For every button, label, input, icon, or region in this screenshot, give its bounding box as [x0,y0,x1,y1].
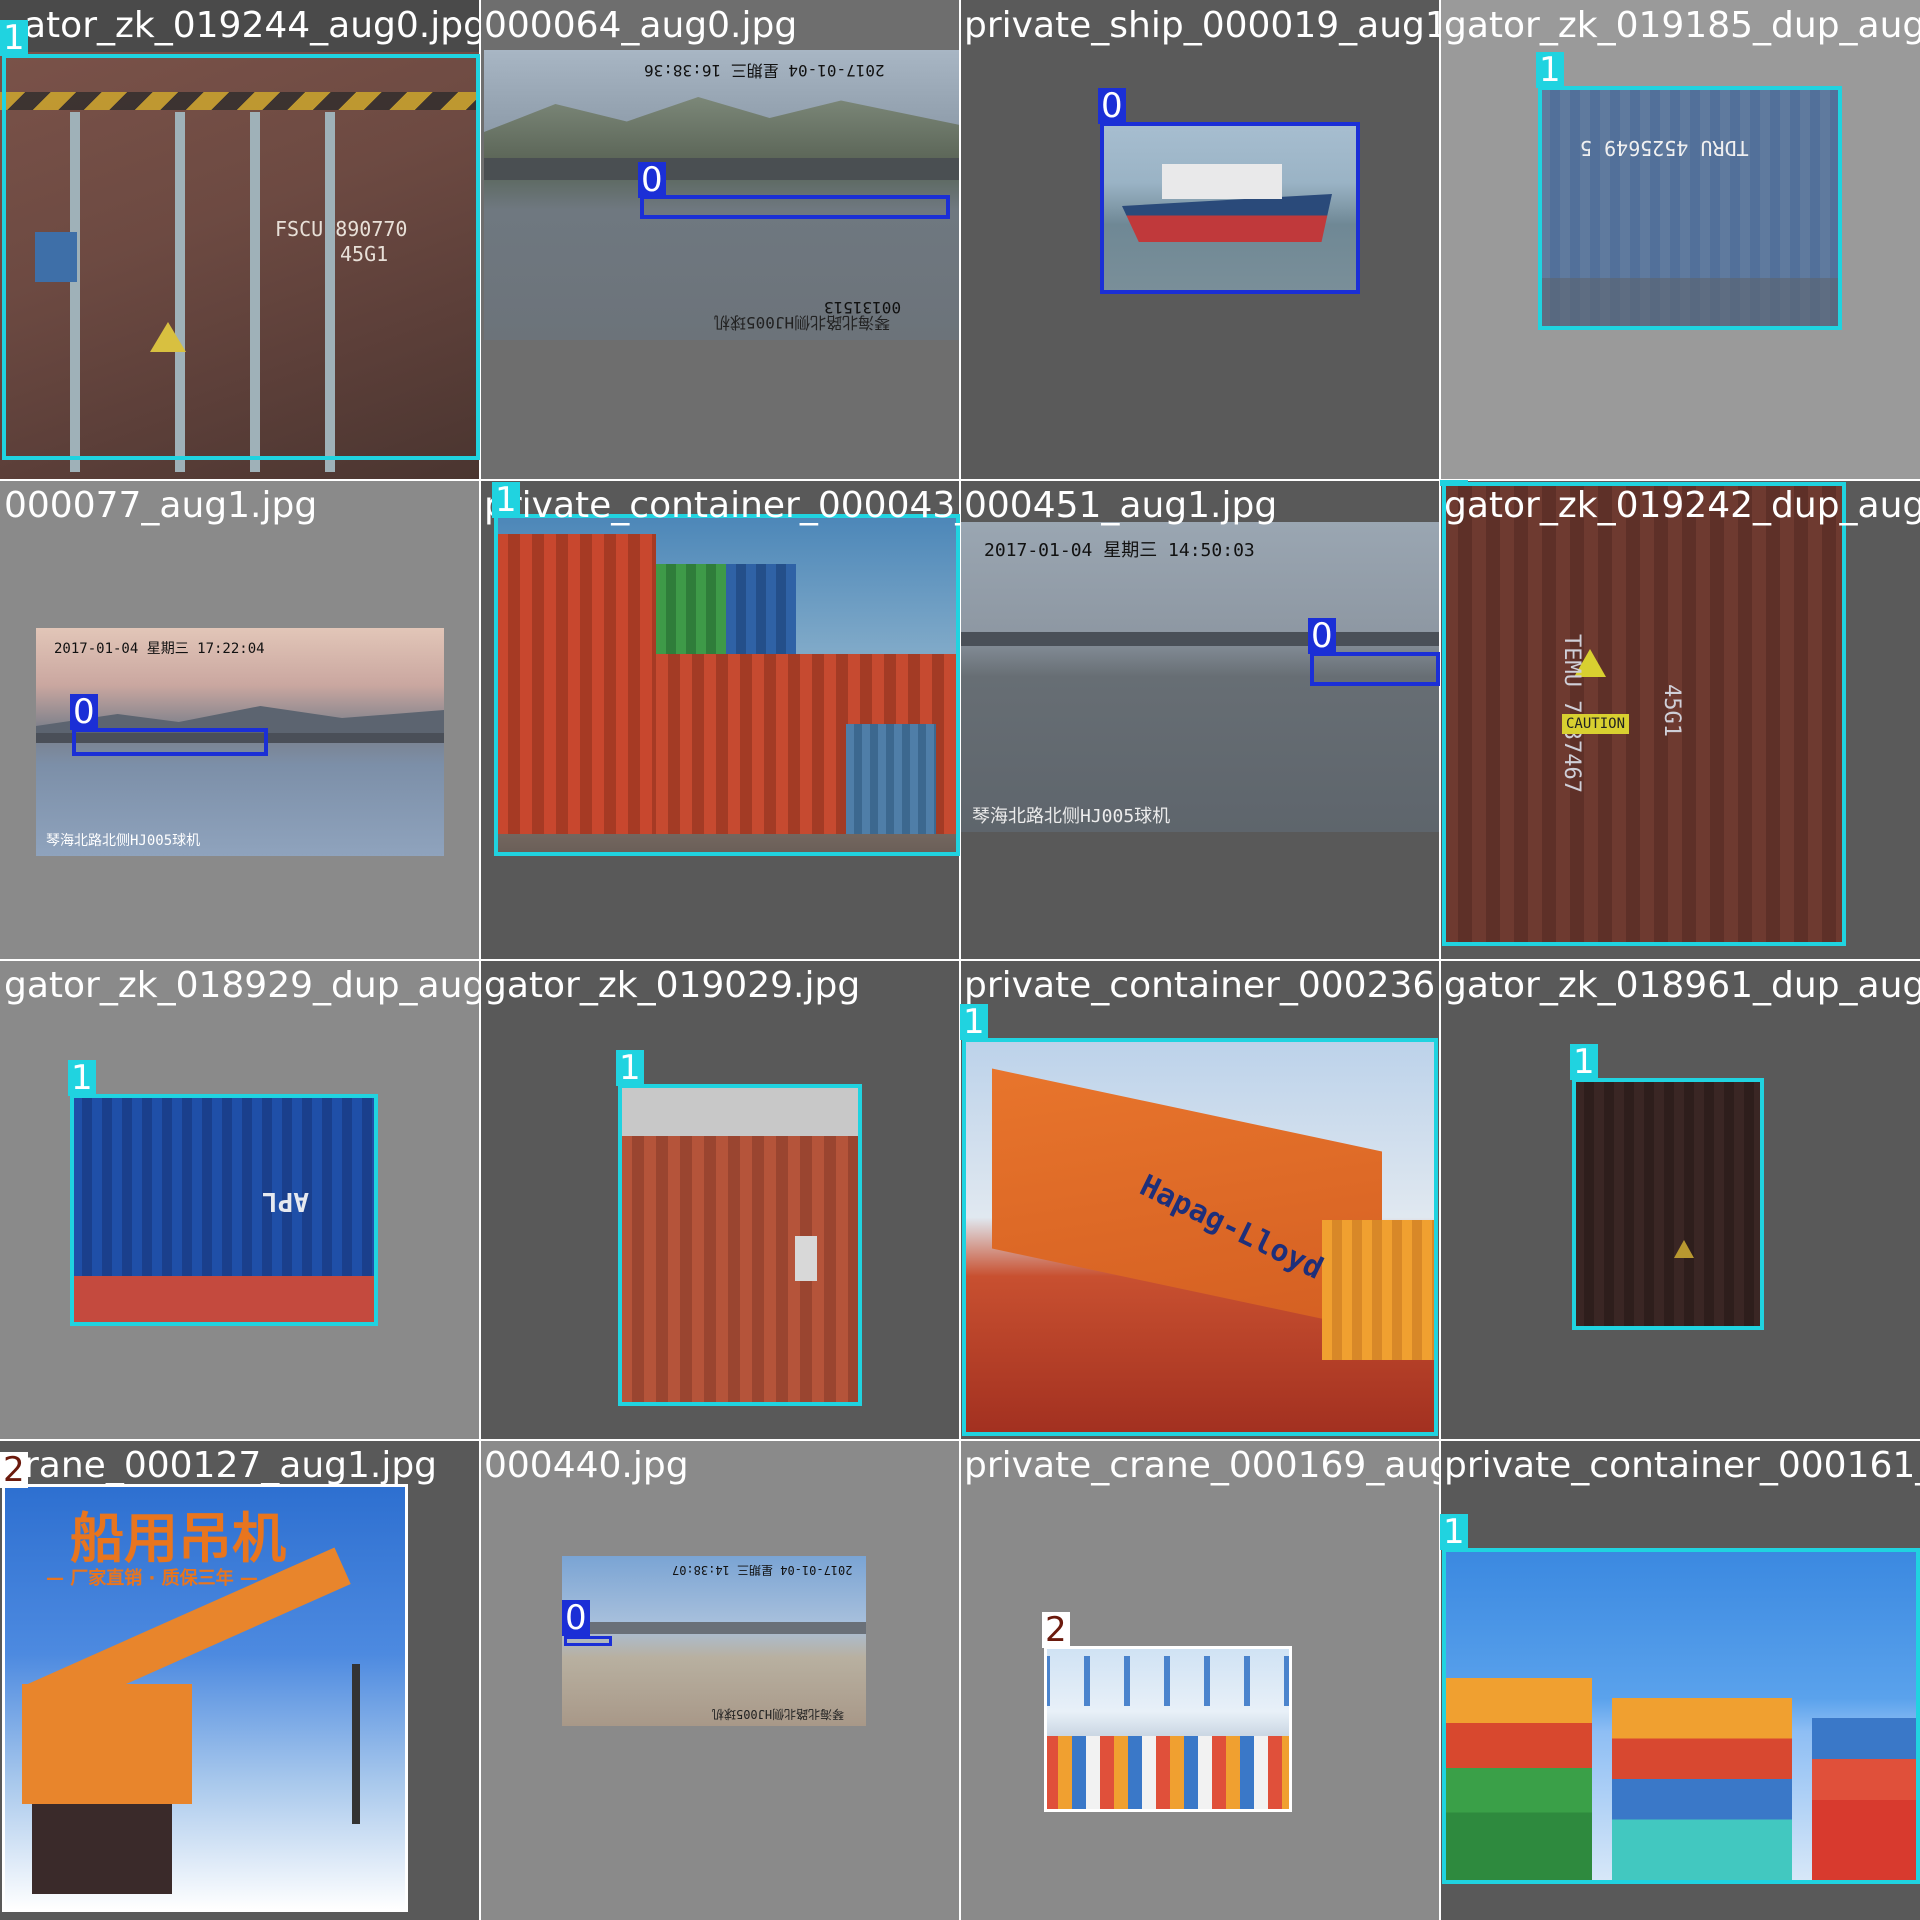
tile-filename: private_crane_000169_aug1.jpg [964,1445,1440,1486]
tile-2: 2017-01-04 星期三 16:38:36 琴海北路北侧HJ005球机 00… [480,0,960,480]
tile-filename: private_container_000043_aug1 [484,485,960,526]
tile-filename: gator_zk_018929_dup_aug0.jpg [4,965,480,1006]
bbox-label: 0 [562,1600,590,1636]
tile-filename: 000440.jpg [484,1445,689,1486]
camera-location: 琴海北路北侧HJ005球机 [46,833,201,849]
camera-timestamp: 2017-01-04 星期三 17:22:04 [54,641,265,657]
bbox-class-1 [494,514,960,856]
bbox-class-0 [72,728,268,756]
tile-3: 0 private_ship_000019_aug1.jpg [960,0,1440,480]
bbox-label: 1 [1570,1044,1598,1080]
bbox-class-0 [640,195,950,219]
training-batch-mosaic: FSCU 890770 45G1 1 ator_zk_019244_aug0.j… [0,0,1920,1920]
tile-13: 船用吊机 — 厂家直销 · 质保三年 — 2 rane_000127_aug1.… [0,1440,480,1920]
bbox-label: 1 [616,1050,644,1086]
tile-filename: 000077_aug1.jpg [4,485,318,526]
bbox-class-1 [70,1094,378,1326]
bbox-class-1 [962,1038,1438,1436]
tile-9: APL 1 gator_zk_018929_dup_aug0.jpg [0,960,480,1440]
tile-filename: gator_zk_019029.jpg [484,965,861,1006]
tile-16: 1 private_container_000161_a [1440,1440,1920,1920]
bbox-class-1 [1442,1548,1920,1884]
tile-14: 2017-01-04 星期三 14:38:07 琴海北路北侧HJ005球机 0 … [480,1440,960,1920]
bbox-class-0 [1310,652,1440,686]
bbox-label: 1 [1536,52,1564,88]
grid-line-horizontal [0,1439,1920,1441]
bbox-class-1 [1538,86,1842,330]
camera-timestamp: 2017-01-04 星期三 14:38:07 [672,1563,853,1577]
tile-filename: private_container_000236.jpg [964,965,1440,1006]
tile-7: 2017-01-04 星期三 14:50:03 琴海北路北侧HJ005球机 0 … [960,480,1440,960]
tile-11: Hapag-Lloyd 1 private_container_000236.j… [960,960,1440,1440]
tile-filename: gator_zk_019185_dup_aug1 [1444,5,1920,46]
bbox-class-2 [2,1484,408,1912]
camera-code: 00131513 [824,298,902,317]
camera-timestamp: 2017-01-04 星期三 14:50:03 [984,540,1255,561]
tile-filename: ator_zk_019244_aug0.jpg [24,5,480,46]
bbox-label: 0 [638,162,666,198]
camera-timestamp: 2017-01-04 星期三 16:38:36 [644,61,885,80]
tile-4: TDRU 4525649 5 1 gator_zk_019185_dup_aug… [1440,0,1920,480]
bbox-class-1 [2,54,480,460]
tile-1: FSCU 890770 45G1 1 ator_zk_019244_aug0.j… [0,0,480,480]
grid-line-horizontal [0,479,1920,481]
bbox-class-1 [1442,482,1846,946]
tile-filename: 000064_aug0.jpg [484,5,798,46]
bbox-label: 0 [1098,88,1126,124]
camera-location: 琴海北路北侧HJ005球机 [972,806,1171,827]
bbox-class-0 [1100,122,1360,294]
tile-filename: 000451_aug1.jpg [964,485,1278,526]
bbox-label: 1 [492,482,520,518]
bbox-label: 2 [1042,1612,1070,1648]
bbox-label: 1 [68,1060,96,1096]
bbox-label: 1 [1440,480,1468,486]
grid-line-horizontal [0,959,1920,961]
tile-filename: private_container_000161_a [1444,1445,1920,1486]
bbox-label: 1 [0,20,28,56]
tile-10: 1 gator_zk_019029.jpg [480,960,960,1440]
bbox-class-2 [1044,1646,1292,1812]
bbox-class-1 [618,1084,862,1406]
camera-location: 琴海北路北侧HJ005球机 [712,1707,845,1721]
tile-6: 1 private_container_000043_aug1 [480,480,960,960]
bbox-label: 2 [0,1452,28,1488]
bbox-class-1 [1572,1078,1764,1330]
tile-15: 2 private_crane_000169_aug1.jpg [960,1440,1440,1920]
tile-filename: rane_000127_aug1.jpg [24,1445,438,1486]
tile-12: 1 gator_zk_018961_dup_aug1 [1440,960,1920,1440]
tile-filename: gator_zk_019242_dup_aug0 [1444,485,1920,526]
bbox-label: 0 [1308,618,1336,654]
tile-filename: gator_zk_018961_dup_aug1 [1444,965,1920,1006]
tile-filename: private_ship_000019_aug1.jpg [964,5,1440,46]
bbox-label: 1 [1440,1514,1468,1550]
bbox-label: 1 [960,1004,988,1040]
tile-5: 2017-01-04 星期三 17:22:04 琴海北路北侧HJ005球机 0 … [0,480,480,960]
bbox-label: 0 [70,694,98,730]
tile-8: TEMU 7437467 45G1 CAUTION 1 gator_zk_019… [1440,480,1920,960]
